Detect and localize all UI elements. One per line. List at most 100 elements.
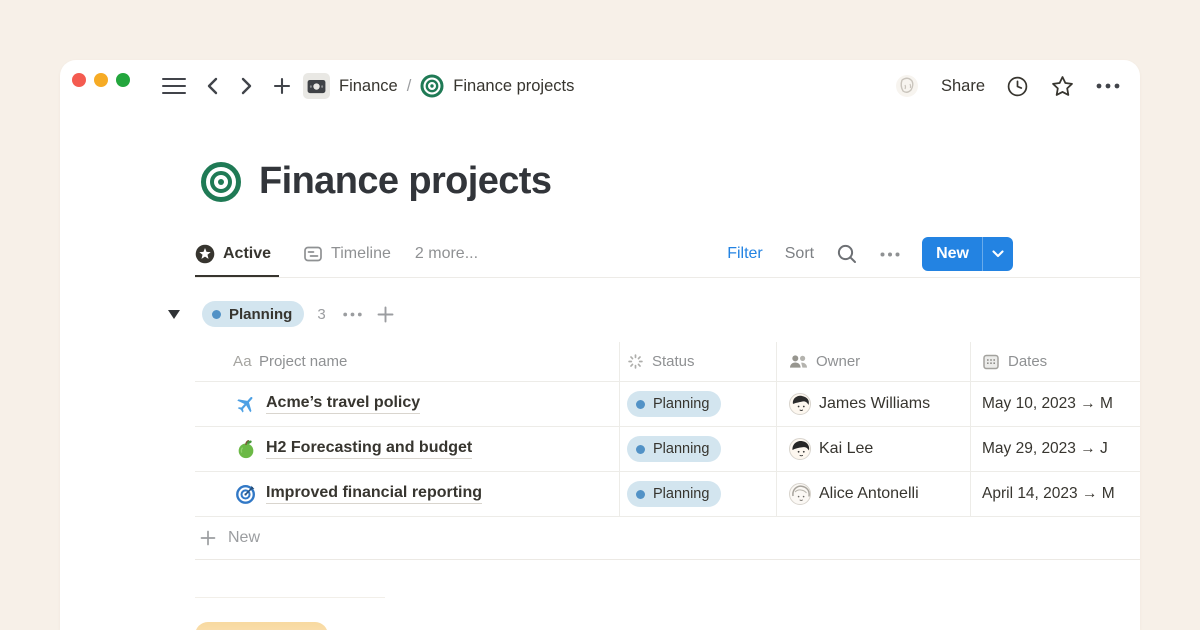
bullseye-icon xyxy=(420,74,444,98)
status-dot xyxy=(212,310,221,319)
people-icon xyxy=(789,353,808,370)
favorite-star-icon[interactable] xyxy=(1050,74,1075,99)
group-add-icon[interactable] xyxy=(377,306,394,323)
calendar-icon xyxy=(982,353,1000,371)
cell-project-name[interactable]: H2 Forecasting and budget xyxy=(195,427,620,471)
new-button[interactable]: New xyxy=(922,237,1013,271)
blue-target-icon xyxy=(235,483,257,505)
status-dot xyxy=(636,400,645,409)
sidebar-menu-icon[interactable] xyxy=(162,78,186,95)
header-dates[interactable]: Dates xyxy=(971,342,1140,381)
tab-timeline[interactable]: Timeline xyxy=(303,231,391,277)
breadcrumb-page[interactable]: Finance projects xyxy=(453,77,574,96)
tab-active-label: Active xyxy=(223,245,271,263)
breadcrumb-workspace[interactable]: Finance xyxy=(339,77,398,96)
cell-owner[interactable]: Alice Antonelli xyxy=(777,472,971,516)
cell-owner[interactable]: Kai Lee xyxy=(777,427,971,471)
search-icon[interactable] xyxy=(836,243,858,265)
header-owner[interactable]: Owner xyxy=(777,342,971,381)
tab-timeline-label: Timeline xyxy=(331,245,391,263)
next-group-pill[interactable] xyxy=(195,622,328,630)
breadcrumb: Finance / Finance projects xyxy=(303,60,574,112)
projects-table: Aa Project name Status xyxy=(195,342,1140,560)
status-dot xyxy=(636,490,645,499)
more-options-icon[interactable] xyxy=(1096,83,1120,89)
header-label: Dates xyxy=(1008,353,1047,370)
group-status-pill[interactable]: Planning xyxy=(202,301,304,327)
cell-project-name[interactable]: Improved financial reporting xyxy=(195,472,620,516)
collaborator-avatar[interactable] xyxy=(894,72,920,100)
cell-dates[interactable]: May 29, 2023 → J xyxy=(971,427,1140,471)
cell-project-name[interactable]: Acme’s travel policy xyxy=(195,382,620,426)
green-apple-icon xyxy=(235,438,257,460)
group-label: Planning xyxy=(229,306,292,323)
add-row-label: New xyxy=(228,529,260,547)
zoom-button[interactable] xyxy=(116,73,130,87)
header-label: Owner xyxy=(816,353,860,370)
dates-value: May 29, 2023 → J xyxy=(982,440,1108,458)
share-button[interactable]: Share xyxy=(941,77,985,96)
tab-active[interactable]: Active xyxy=(195,231,279,277)
new-page-plus-icon[interactable] xyxy=(273,77,291,95)
breadcrumb-separator: / xyxy=(407,77,412,96)
group-more-icon[interactable] xyxy=(343,312,362,317)
table-row: Acme’s travel policy Planning James Will… xyxy=(195,382,1140,427)
close-button[interactable] xyxy=(72,73,86,87)
status-label: Planning xyxy=(653,441,709,457)
clock-icon[interactable] xyxy=(1006,75,1029,98)
page-header: Finance projects xyxy=(200,160,551,203)
group-header-planning: Planning 3 xyxy=(168,300,394,328)
back-icon[interactable] xyxy=(205,76,220,96)
minimize-button[interactable] xyxy=(94,73,108,87)
view-controls: Filter Sort New xyxy=(727,231,1013,277)
header-label: Project name xyxy=(259,353,347,370)
header-project-name[interactable]: Aa Project name xyxy=(195,342,620,381)
status-label: Planning xyxy=(653,396,709,412)
add-row-button[interactable]: New xyxy=(195,517,1140,560)
cell-status[interactable]: Planning xyxy=(620,382,777,426)
header-status[interactable]: Status xyxy=(620,342,777,381)
dates-value: April 14, 2023 → M xyxy=(982,485,1115,503)
banknote-icon[interactable] xyxy=(303,73,330,99)
owner-name: Kai Lee xyxy=(819,440,873,458)
status-label: Planning xyxy=(653,486,709,502)
cell-status[interactable]: Planning xyxy=(620,427,777,471)
view-more-icon[interactable] xyxy=(880,252,900,257)
plus-icon xyxy=(200,530,216,546)
new-button-label: New xyxy=(922,245,982,263)
more-views[interactable]: 2 more... xyxy=(415,245,478,263)
page-title[interactable]: Finance projects xyxy=(259,160,551,203)
nav-controls xyxy=(162,60,291,112)
table-header-row: Aa Project name Status xyxy=(195,342,1140,382)
header-label: Status xyxy=(652,353,695,370)
sort-button[interactable]: Sort xyxy=(785,245,814,263)
window-toolbar: Finance / Finance projects Share xyxy=(60,60,1140,112)
forward-icon[interactable] xyxy=(239,76,254,96)
group-count: 3 xyxy=(317,306,325,323)
table-row: H2 Forecasting and budget Planning Kai L… xyxy=(195,427,1140,472)
traffic-lights xyxy=(72,73,130,87)
cell-owner[interactable]: James Williams xyxy=(777,382,971,426)
page-bullseye-icon[interactable] xyxy=(200,161,242,203)
status-dot xyxy=(636,445,645,454)
text-aa-icon: Aa xyxy=(233,353,252,370)
cell-status[interactable]: Planning xyxy=(620,472,777,516)
cell-dates[interactable]: May 10, 2023 → M xyxy=(971,382,1140,426)
cell-dates[interactable]: April 14, 2023 → M xyxy=(971,472,1140,516)
views-bar: Active Timeline 2 more... Filter Sort xyxy=(195,231,1140,278)
star-circle-icon xyxy=(195,244,215,264)
project-name[interactable]: H2 Forecasting and budget xyxy=(266,439,472,459)
collapse-triangle-icon[interactable] xyxy=(168,310,180,319)
notion-window: Finance / Finance projects Share xyxy=(60,60,1140,630)
dates-value: May 10, 2023 → M xyxy=(982,395,1113,413)
table-row: Improved financial reporting Planning Al… xyxy=(195,472,1140,517)
view-tabs: Active Timeline 2 more... xyxy=(195,231,478,277)
chevron-down-icon[interactable] xyxy=(983,250,1013,258)
toolbar-right: Share xyxy=(894,60,1120,112)
filter-button[interactable]: Filter xyxy=(727,245,763,263)
owner-name: James Williams xyxy=(819,395,930,413)
project-name[interactable]: Improved financial reporting xyxy=(266,484,482,504)
timeline-icon xyxy=(303,244,323,264)
project-name[interactable]: Acme’s travel policy xyxy=(266,394,420,414)
section-divider xyxy=(195,597,385,598)
